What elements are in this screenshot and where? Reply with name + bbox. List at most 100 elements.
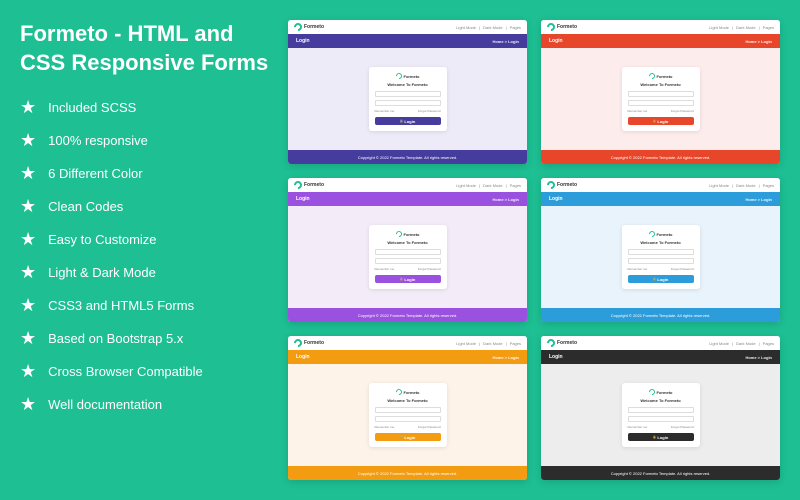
password-field[interactable] (375, 258, 441, 264)
password-field[interactable] (375, 416, 441, 422)
title-bar: Login Home > Login (288, 192, 527, 206)
page-title: Login (296, 196, 310, 202)
page-title: Login (296, 38, 310, 44)
login-button[interactable]: 🔒Login (628, 433, 694, 441)
preview-footer: Copyright © 2022 Formeto Template. All r… (288, 150, 527, 164)
feature-text: Light & Dark Mode (48, 265, 156, 280)
theme-preview-blue: Formeto Light Mode|Dark Mode|Pages LoginHo… (541, 178, 780, 322)
feature-text: Based on Bootstrap 5.x (48, 331, 183, 346)
email-field[interactable] (375, 91, 441, 97)
remember-checkbox[interactable]: Remember me (375, 267, 395, 271)
welcome-text: Welcome To Formeto (375, 240, 441, 245)
forgot-link[interactable]: Forgot Password (418, 425, 441, 429)
nav-links: Light Mode|Dark Mode|Pages (456, 25, 521, 30)
password-field[interactable] (628, 100, 694, 106)
login-button[interactable]: 🔒Login (375, 117, 441, 125)
logo-icon (394, 72, 402, 80)
brand-logo: Formeto (547, 181, 577, 189)
password-field[interactable] (628, 258, 694, 264)
login-button[interactable]: 🔒Login (375, 433, 441, 441)
email-field[interactable] (628, 249, 694, 255)
breadcrumb: Home > Login (492, 39, 519, 44)
preview-footer: Copyright © 2022 Formeto Template. All r… (288, 466, 527, 480)
forgot-link[interactable]: Forgot Password (671, 109, 694, 113)
password-field[interactable] (375, 100, 441, 106)
title-bar: Login Home > Login (541, 34, 780, 48)
forgot-link[interactable]: Forgot Password (418, 109, 441, 113)
preview-navbar: Formeto Light Mode|Dark Mode|Pages (288, 20, 527, 34)
options-row: Remember me Forgot Password (628, 267, 694, 271)
brand-text: Formeto (557, 340, 577, 346)
logo-icon (292, 337, 303, 348)
lock-icon: 🔒 (653, 277, 657, 281)
options-row: Remember me Forgot Password (375, 267, 441, 271)
logo-icon (647, 72, 655, 80)
preview-navbar: FormetoLight Mode|Dark Mode|Pages (541, 336, 780, 350)
logo-icon (292, 179, 303, 190)
page-title: Login (549, 38, 563, 44)
login-button[interactable]: 🔒Login (628, 275, 694, 283)
preview-footer: Copyright © 2022 Formeto Template. All r… (541, 466, 780, 480)
forgot-link[interactable]: Forgot Password (671, 267, 694, 271)
card-logo: Formeto (375, 73, 441, 79)
preview-body: FormetoWelcome To FormetoRemember meForg… (288, 48, 527, 150)
feature-item: ★Included SCSS (20, 97, 270, 118)
email-field[interactable] (375, 407, 441, 413)
remember-checkbox[interactable]: Remember me (628, 109, 648, 113)
login-card: FormetoWelcome To FormetoRemember meForg… (369, 225, 447, 289)
brand-text: Formeto (304, 24, 324, 30)
title-bar: LoginHome > Login (541, 350, 780, 364)
brand-text: Formeto (304, 340, 324, 346)
title-bar: LoginHome > Login (288, 350, 527, 364)
brand-logo: Formeto (547, 339, 577, 347)
feature-text: 6 Different Color (48, 166, 142, 181)
options-row: Remember me Forgot Password (375, 425, 441, 429)
email-field[interactable] (628, 407, 694, 413)
remember-checkbox[interactable]: Remember me (375, 109, 395, 113)
title-bar: LoginHome > Login (541, 192, 780, 206)
breadcrumb: Home > Login (492, 197, 519, 202)
login-card: FormetoWelcome To FormetoRemember meForg… (622, 67, 700, 131)
nav-links: Light Mode|Dark Mode|Pages (709, 183, 774, 188)
star-icon: ★ (20, 361, 36, 382)
logo-icon (647, 230, 655, 238)
remember-checkbox[interactable]: Remember me (628, 267, 648, 271)
email-field[interactable] (628, 91, 694, 97)
logo-icon (292, 21, 303, 32)
theme-preview-purple: FormetoLight Mode|Dark Mode|PagesLoginHo… (288, 178, 527, 322)
feature-text: Clean Codes (48, 199, 123, 214)
remember-checkbox[interactable]: Remember me (375, 425, 395, 429)
feature-text: Cross Browser Compatible (48, 364, 203, 379)
star-icon: ★ (20, 328, 36, 349)
theme-preview-orange: FormetoLight Mode|Dark Mode|PagesLoginHo… (288, 336, 527, 480)
feature-item: ★100% responsive (20, 130, 270, 151)
login-button[interactable]: 🔒Login (375, 275, 441, 283)
forgot-link[interactable]: Forgot Password (671, 425, 694, 429)
preview-body: FormetoWelcome To FormetoRemember meForg… (288, 206, 527, 308)
breadcrumb: Home > Login (492, 355, 519, 360)
remember-checkbox[interactable]: Remember me (628, 425, 648, 429)
options-row: Remember me Forgot Password (628, 425, 694, 429)
preview-body: FormetoWelcome To FormetoRemember meForg… (541, 48, 780, 150)
feature-text: Easy to Customize (48, 232, 156, 247)
logo-icon (647, 388, 655, 396)
title-bar: Login Home > Login (288, 34, 527, 48)
login-card: FormetoWelcome To FormetoRemember meForg… (369, 67, 447, 131)
logo-icon (394, 388, 402, 396)
brand-logo: Formeto (294, 339, 324, 347)
star-icon: ★ (20, 163, 36, 184)
feature-item: ★Easy to Customize (20, 229, 270, 250)
breadcrumb: Home > Login (745, 39, 772, 44)
password-field[interactable] (628, 416, 694, 422)
star-icon: ★ (20, 130, 36, 151)
brand-text: Formeto (557, 24, 577, 30)
feature-text: Well documentation (48, 397, 162, 412)
options-row: Remember me Forgot Password (628, 109, 694, 113)
page-title: Login (549, 196, 563, 202)
login-button[interactable]: 🔒Login (628, 117, 694, 125)
email-field[interactable] (375, 249, 441, 255)
card-logo: Formeto (628, 389, 694, 395)
brand-text: Formeto (557, 182, 577, 188)
forgot-link[interactable]: Forgot Password (418, 267, 441, 271)
card-logo: Formeto (628, 231, 694, 237)
